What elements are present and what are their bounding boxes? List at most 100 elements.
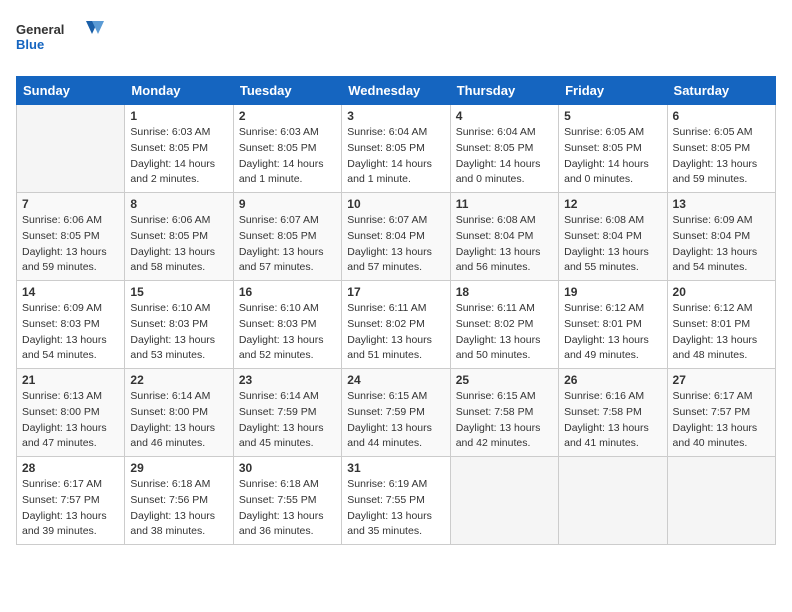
- day-number: 18: [456, 285, 553, 299]
- logo-svg: General Blue: [16, 16, 106, 66]
- day-number: 28: [22, 461, 119, 475]
- calendar-cell: 30Sunrise: 6:18 AMSunset: 7:55 PMDayligh…: [233, 457, 341, 545]
- day-info: Sunrise: 6:07 AMSunset: 8:05 PMDaylight:…: [239, 213, 336, 276]
- header-day-thursday: Thursday: [450, 77, 558, 105]
- day-info: Sunrise: 6:13 AMSunset: 8:00 PMDaylight:…: [22, 389, 119, 452]
- day-number: 9: [239, 197, 336, 211]
- day-number: 1: [130, 109, 227, 123]
- day-info: Sunrise: 6:07 AMSunset: 8:04 PMDaylight:…: [347, 213, 444, 276]
- day-info: Sunrise: 6:18 AMSunset: 7:55 PMDaylight:…: [239, 477, 336, 540]
- day-info: Sunrise: 6:14 AMSunset: 8:00 PMDaylight:…: [130, 389, 227, 452]
- day-number: 24: [347, 373, 444, 387]
- calendar-cell: [559, 457, 667, 545]
- day-info: Sunrise: 6:11 AMSunset: 8:02 PMDaylight:…: [456, 301, 553, 364]
- day-info: Sunrise: 6:12 AMSunset: 8:01 PMDaylight:…: [673, 301, 770, 364]
- header: General Blue: [16, 16, 776, 66]
- calendar-cell: 1 Sunrise: 6:03 AMSunset: 8:05 PMDaylight…: [125, 105, 233, 193]
- header-day-sunday: Sunday: [17, 77, 125, 105]
- calendar-cell: 13 Sunrise: 6:09 AMSunset: 8:04 PMDayligh…: [667, 193, 775, 281]
- calendar-cell: 14Sunrise: 6:09 AMSunset: 8:03 PMDayligh…: [17, 281, 125, 369]
- day-number: 5: [564, 109, 661, 123]
- day-number: 17: [347, 285, 444, 299]
- calendar-cell: 3 Sunrise: 6:04 AMSunset: 8:05 PMDaylight…: [342, 105, 450, 193]
- calendar-cell: 12 Sunrise: 6:08 AMSunset: 8:04 PMDayligh…: [559, 193, 667, 281]
- day-info: Sunrise: 6:10 AMSunset: 8:03 PMDaylight:…: [130, 301, 227, 364]
- calendar-cell: 29Sunrise: 6:18 AMSunset: 7:56 PMDayligh…: [125, 457, 233, 545]
- day-info: Sunrise: 6:03 AMSunset: 8:05 PMDaylight:…: [130, 125, 227, 188]
- calendar-cell: 26 Sunrise: 6:16 AMSunset: 7:58 PMDayligh…: [559, 369, 667, 457]
- day-number: 16: [239, 285, 336, 299]
- calendar-cell: 22 Sunrise: 6:14 AMSunset: 8:00 PMDayligh…: [125, 369, 233, 457]
- calendar-cell: 23 Sunrise: 6:14 AMSunset: 7:59 PMDayligh…: [233, 369, 341, 457]
- calendar-header: SundayMondayTuesdayWednesdayThursdayFrid…: [17, 77, 776, 105]
- calendar-cell: 21Sunrise: 6:13 AMSunset: 8:00 PMDayligh…: [17, 369, 125, 457]
- day-info: Sunrise: 6:03 AMSunset: 8:05 PMDaylight:…: [239, 125, 336, 188]
- calendar-cell: [667, 457, 775, 545]
- day-info: Sunrise: 6:06 AMSunset: 8:05 PMDaylight:…: [22, 213, 119, 276]
- day-number: 2: [239, 109, 336, 123]
- calendar-body: 1 Sunrise: 6:03 AMSunset: 8:05 PMDaylight…: [17, 105, 776, 545]
- calendar-cell: 8Sunrise: 6:06 AMSunset: 8:05 PMDaylight…: [125, 193, 233, 281]
- day-number: 22: [130, 373, 227, 387]
- day-info: Sunrise: 6:17 AMSunset: 7:57 PMDaylight:…: [673, 389, 770, 452]
- day-number: 7: [22, 197, 119, 211]
- day-info: Sunrise: 6:09 AMSunset: 8:04 PMDaylight:…: [673, 213, 770, 276]
- calendar-cell: 6Sunrise: 6:05 AMSunset: 8:05 PMDaylight…: [667, 105, 775, 193]
- day-number: 29: [130, 461, 227, 475]
- calendar-cell: 27 Sunrise: 6:17 AMSunset: 7:57 PMDayligh…: [667, 369, 775, 457]
- calendar-cell: [17, 105, 125, 193]
- day-number: 4: [456, 109, 553, 123]
- day-info: Sunrise: 6:05 AMSunset: 8:05 PMDaylight:…: [673, 125, 770, 188]
- day-number: 10: [347, 197, 444, 211]
- calendar-cell: 24 Sunrise: 6:15 AMSunset: 7:59 PMDayligh…: [342, 369, 450, 457]
- day-info: Sunrise: 6:15 AMSunset: 7:59 PMDaylight:…: [347, 389, 444, 452]
- day-info: Sunrise: 6:04 AMSunset: 8:05 PMDaylight:…: [456, 125, 553, 188]
- calendar-cell: 17 Sunrise: 6:11 AMSunset: 8:02 PMDayligh…: [342, 281, 450, 369]
- week-row-4: 21Sunrise: 6:13 AMSunset: 8:00 PMDayligh…: [17, 369, 776, 457]
- calendar-cell: 2 Sunrise: 6:03 AMSunset: 8:05 PMDaylight…: [233, 105, 341, 193]
- day-number: 11: [456, 197, 553, 211]
- calendar-cell: 18 Sunrise: 6:11 AMSunset: 8:02 PMDayligh…: [450, 281, 558, 369]
- logo: General Blue: [16, 16, 106, 66]
- calendar-cell: 16 Sunrise: 6:10 AMSunset: 8:03 PMDayligh…: [233, 281, 341, 369]
- day-info: Sunrise: 6:14 AMSunset: 7:59 PMDaylight:…: [239, 389, 336, 452]
- day-number: 3: [347, 109, 444, 123]
- day-info: Sunrise: 6:10 AMSunset: 8:03 PMDaylight:…: [239, 301, 336, 364]
- week-row-2: 7 Sunrise: 6:06 AMSunset: 8:05 PMDaylight…: [17, 193, 776, 281]
- calendar-table: SundayMondayTuesdayWednesdayThursdayFrid…: [16, 76, 776, 545]
- day-number: 8: [130, 197, 227, 211]
- calendar-cell: 25 Sunrise: 6:15 AMSunset: 7:58 PMDayligh…: [450, 369, 558, 457]
- calendar-cell: [450, 457, 558, 545]
- calendar-cell: 7 Sunrise: 6:06 AMSunset: 8:05 PMDaylight…: [17, 193, 125, 281]
- day-number: 13: [673, 197, 770, 211]
- day-number: 26: [564, 373, 661, 387]
- calendar-cell: 10 Sunrise: 6:07 AMSunset: 8:04 PMDayligh…: [342, 193, 450, 281]
- header-day-saturday: Saturday: [667, 77, 775, 105]
- week-row-1: 1 Sunrise: 6:03 AMSunset: 8:05 PMDaylight…: [17, 105, 776, 193]
- calendar-cell: 28Sunrise: 6:17 AMSunset: 7:57 PMDayligh…: [17, 457, 125, 545]
- day-number: 23: [239, 373, 336, 387]
- day-info: Sunrise: 6:16 AMSunset: 7:58 PMDaylight:…: [564, 389, 661, 452]
- day-number: 19: [564, 285, 661, 299]
- calendar-cell: 31Sunrise: 6:19 AMSunset: 7:55 PMDayligh…: [342, 457, 450, 545]
- day-number: 25: [456, 373, 553, 387]
- day-number: 12: [564, 197, 661, 211]
- day-info: Sunrise: 6:08 AMSunset: 8:04 PMDaylight:…: [456, 213, 553, 276]
- day-info: Sunrise: 6:05 AMSunset: 8:05 PMDaylight:…: [564, 125, 661, 188]
- header-row: SundayMondayTuesdayWednesdayThursdayFrid…: [17, 77, 776, 105]
- header-day-friday: Friday: [559, 77, 667, 105]
- day-number: 20: [673, 285, 770, 299]
- calendar-cell: 4 Sunrise: 6:04 AMSunset: 8:05 PMDaylight…: [450, 105, 558, 193]
- day-info: Sunrise: 6:04 AMSunset: 8:05 PMDaylight:…: [347, 125, 444, 188]
- day-info: Sunrise: 6:15 AMSunset: 7:58 PMDaylight:…: [456, 389, 553, 452]
- svg-text:Blue: Blue: [16, 37, 44, 52]
- day-number: 27: [673, 373, 770, 387]
- week-row-3: 14Sunrise: 6:09 AMSunset: 8:03 PMDayligh…: [17, 281, 776, 369]
- header-day-wednesday: Wednesday: [342, 77, 450, 105]
- day-info: Sunrise: 6:08 AMSunset: 8:04 PMDaylight:…: [564, 213, 661, 276]
- calendar-cell: 5 Sunrise: 6:05 AMSunset: 8:05 PMDaylight…: [559, 105, 667, 193]
- day-info: Sunrise: 6:12 AMSunset: 8:01 PMDaylight:…: [564, 301, 661, 364]
- day-info: Sunrise: 6:11 AMSunset: 8:02 PMDaylight:…: [347, 301, 444, 364]
- day-number: 31: [347, 461, 444, 475]
- header-day-tuesday: Tuesday: [233, 77, 341, 105]
